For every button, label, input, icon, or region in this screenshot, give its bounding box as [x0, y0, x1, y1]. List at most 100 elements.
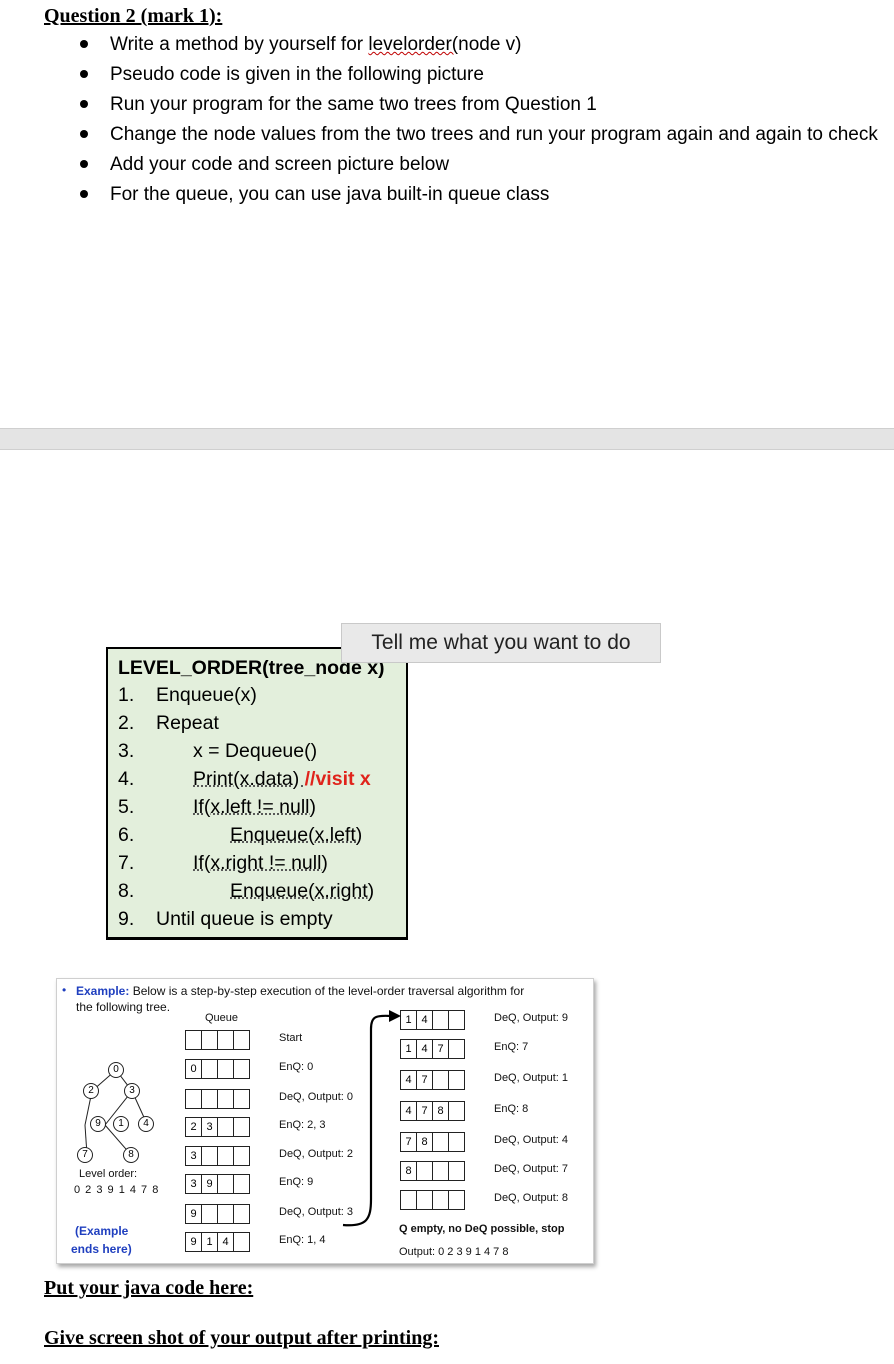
queue-cell: 3 [185, 1146, 202, 1166]
level-order-value: 0 2 3 9 1 4 7 8 [74, 1184, 160, 1196]
pseudocode-line-number: 5. [118, 796, 135, 818]
tree-node: 3 [124, 1083, 140, 1099]
queue-cell: 7 [416, 1101, 433, 1121]
pseudocode-line: If(x.left != null) [193, 796, 316, 818]
tell-me-search-box[interactable]: Tell me what you want to do [341, 623, 661, 663]
queue-state [185, 1089, 250, 1109]
queue-step-label: DeQ, Output: 9 [494, 1012, 568, 1024]
bullet-text: For the queue, you can use java built-in… [110, 184, 550, 205]
bullet-item: Pseudo code is given in the following pi… [60, 60, 880, 90]
queue-cell [233, 1174, 250, 1194]
bullet-text: Write a method by yourself for [110, 34, 369, 55]
queue-cell [233, 1089, 250, 1109]
queue-cell [233, 1059, 250, 1079]
bullet-text: Pseudo code is given in the following pi… [110, 64, 484, 85]
queue-cell [201, 1089, 218, 1109]
queue-cell [185, 1030, 202, 1050]
queue-cell [448, 1070, 465, 1090]
queue-cell [432, 1190, 449, 1210]
pseudocode-line: Until queue is empty [156, 908, 333, 930]
pseudocode-line-number: 6. [118, 824, 135, 846]
bullet-dot-icon [80, 160, 88, 168]
queue-cell: 8 [432, 1101, 449, 1121]
queue-step-label: DeQ, Output: 8 [494, 1192, 568, 1204]
example-intro: Example: Below is a step-by-step executi… [76, 984, 524, 998]
queue-cell [432, 1132, 449, 1152]
queue-cell [416, 1190, 433, 1210]
example-intro-text: Below is a step-by-step execution of the… [129, 984, 525, 998]
pseudocode-comment: //visit x [304, 768, 371, 790]
example-end-note: (Example [75, 1224, 129, 1238]
bullet-item: Run your program for the same two trees … [60, 90, 880, 120]
bullet-dot-icon [80, 100, 88, 108]
bullet-dot-icon [80, 190, 88, 198]
queue-cell [432, 1070, 449, 1090]
queue-state: 23 [185, 1117, 250, 1137]
bullet-text: Change the node values from the two tree… [110, 124, 878, 145]
queue-cell [432, 1010, 449, 1030]
queue-cell [217, 1204, 234, 1224]
queue-cell [233, 1146, 250, 1166]
pseudocode-line: Print(x.data) //visit x [193, 768, 371, 791]
queue-step-label: EnQ: 7 [494, 1041, 529, 1053]
tree-node: 2 [83, 1083, 99, 1099]
queue-step-label: EnQ: 1, 4 [279, 1234, 326, 1246]
queue-cell: 4 [217, 1232, 234, 1252]
example-label: Example: [76, 984, 130, 998]
queue-cell: 3 [201, 1117, 218, 1137]
pseudocode-image: LEVEL_ORDER(tree_node x) 1. Enqueue(x) 2… [106, 647, 408, 940]
queue-cell: 7 [432, 1039, 449, 1059]
queue-cell [432, 1161, 449, 1181]
queue-state: 914 [185, 1232, 250, 1252]
tree-node: 9 [90, 1116, 106, 1132]
queue-cell [201, 1204, 218, 1224]
queue-state: 9 [185, 1204, 250, 1224]
example-intro-line2: the following tree. [76, 1000, 171, 1014]
queue-cell: 9 [201, 1174, 218, 1194]
pseudocode-line-number: 1. [118, 684, 135, 706]
tree-node: 7 [77, 1147, 93, 1163]
queue-cell [448, 1190, 465, 1210]
queue-cell [448, 1010, 465, 1030]
queue-cell: 4 [416, 1010, 433, 1030]
queue-cell: 2 [185, 1117, 202, 1137]
queue-cell [185, 1089, 202, 1109]
queue-state: 0 [185, 1059, 250, 1079]
bullet-item: Add your code and screen picture below [60, 150, 880, 180]
queue-cell [217, 1146, 234, 1166]
bullet-item: Change the node values from the two tree… [60, 120, 880, 150]
page-break-band [0, 428, 894, 450]
queue-cell [448, 1161, 465, 1181]
queue-cell [217, 1030, 234, 1050]
queue-header: Queue [205, 1012, 239, 1024]
queue-cell [233, 1204, 250, 1224]
tree-node: 4 [138, 1116, 154, 1132]
bullet-text: Run your program for the same two trees … [110, 94, 597, 115]
queue-cell: 1 [201, 1232, 218, 1252]
continuation-arrow [342, 1010, 401, 1227]
queue-cell: 0 [185, 1059, 202, 1079]
queue-step-label: DeQ, Output: 1 [494, 1072, 568, 1084]
screenshot-heading: Give screen shot of your output after pr… [44, 1327, 439, 1349]
queue-cell: 4 [416, 1039, 433, 1059]
bullet-item: For the queue, you can use java built-in… [60, 180, 880, 210]
tree-node: 8 [123, 1147, 139, 1163]
queue-state [185, 1030, 250, 1050]
queue-cell [217, 1174, 234, 1194]
bullet-item: Write a method by yourself for levelorde… [60, 30, 880, 60]
pseudocode-line-text: Print(x.data) [193, 768, 305, 790]
pseudocode-line: x = Dequeue() [193, 740, 318, 762]
queue-cell [448, 1132, 465, 1152]
example-end-note: ends here) [71, 1242, 132, 1256]
pseudocode-line-number: 9. [118, 908, 135, 930]
queue-cell: 7 [416, 1070, 433, 1090]
queue-cell [448, 1039, 465, 1059]
queue-step-label: Start [279, 1032, 303, 1044]
queue-step-label: EnQ: 9 [279, 1176, 314, 1188]
bullet-dot-icon [80, 130, 88, 138]
queue-step-label: EnQ: 8 [494, 1103, 529, 1115]
tree-node: 1 [113, 1116, 129, 1132]
final-output: Output: 0 2 3 9 1 4 7 8 [399, 1246, 509, 1258]
queue-cell [233, 1232, 250, 1252]
queue-step-label: DeQ, Output: 4 [494, 1134, 568, 1146]
